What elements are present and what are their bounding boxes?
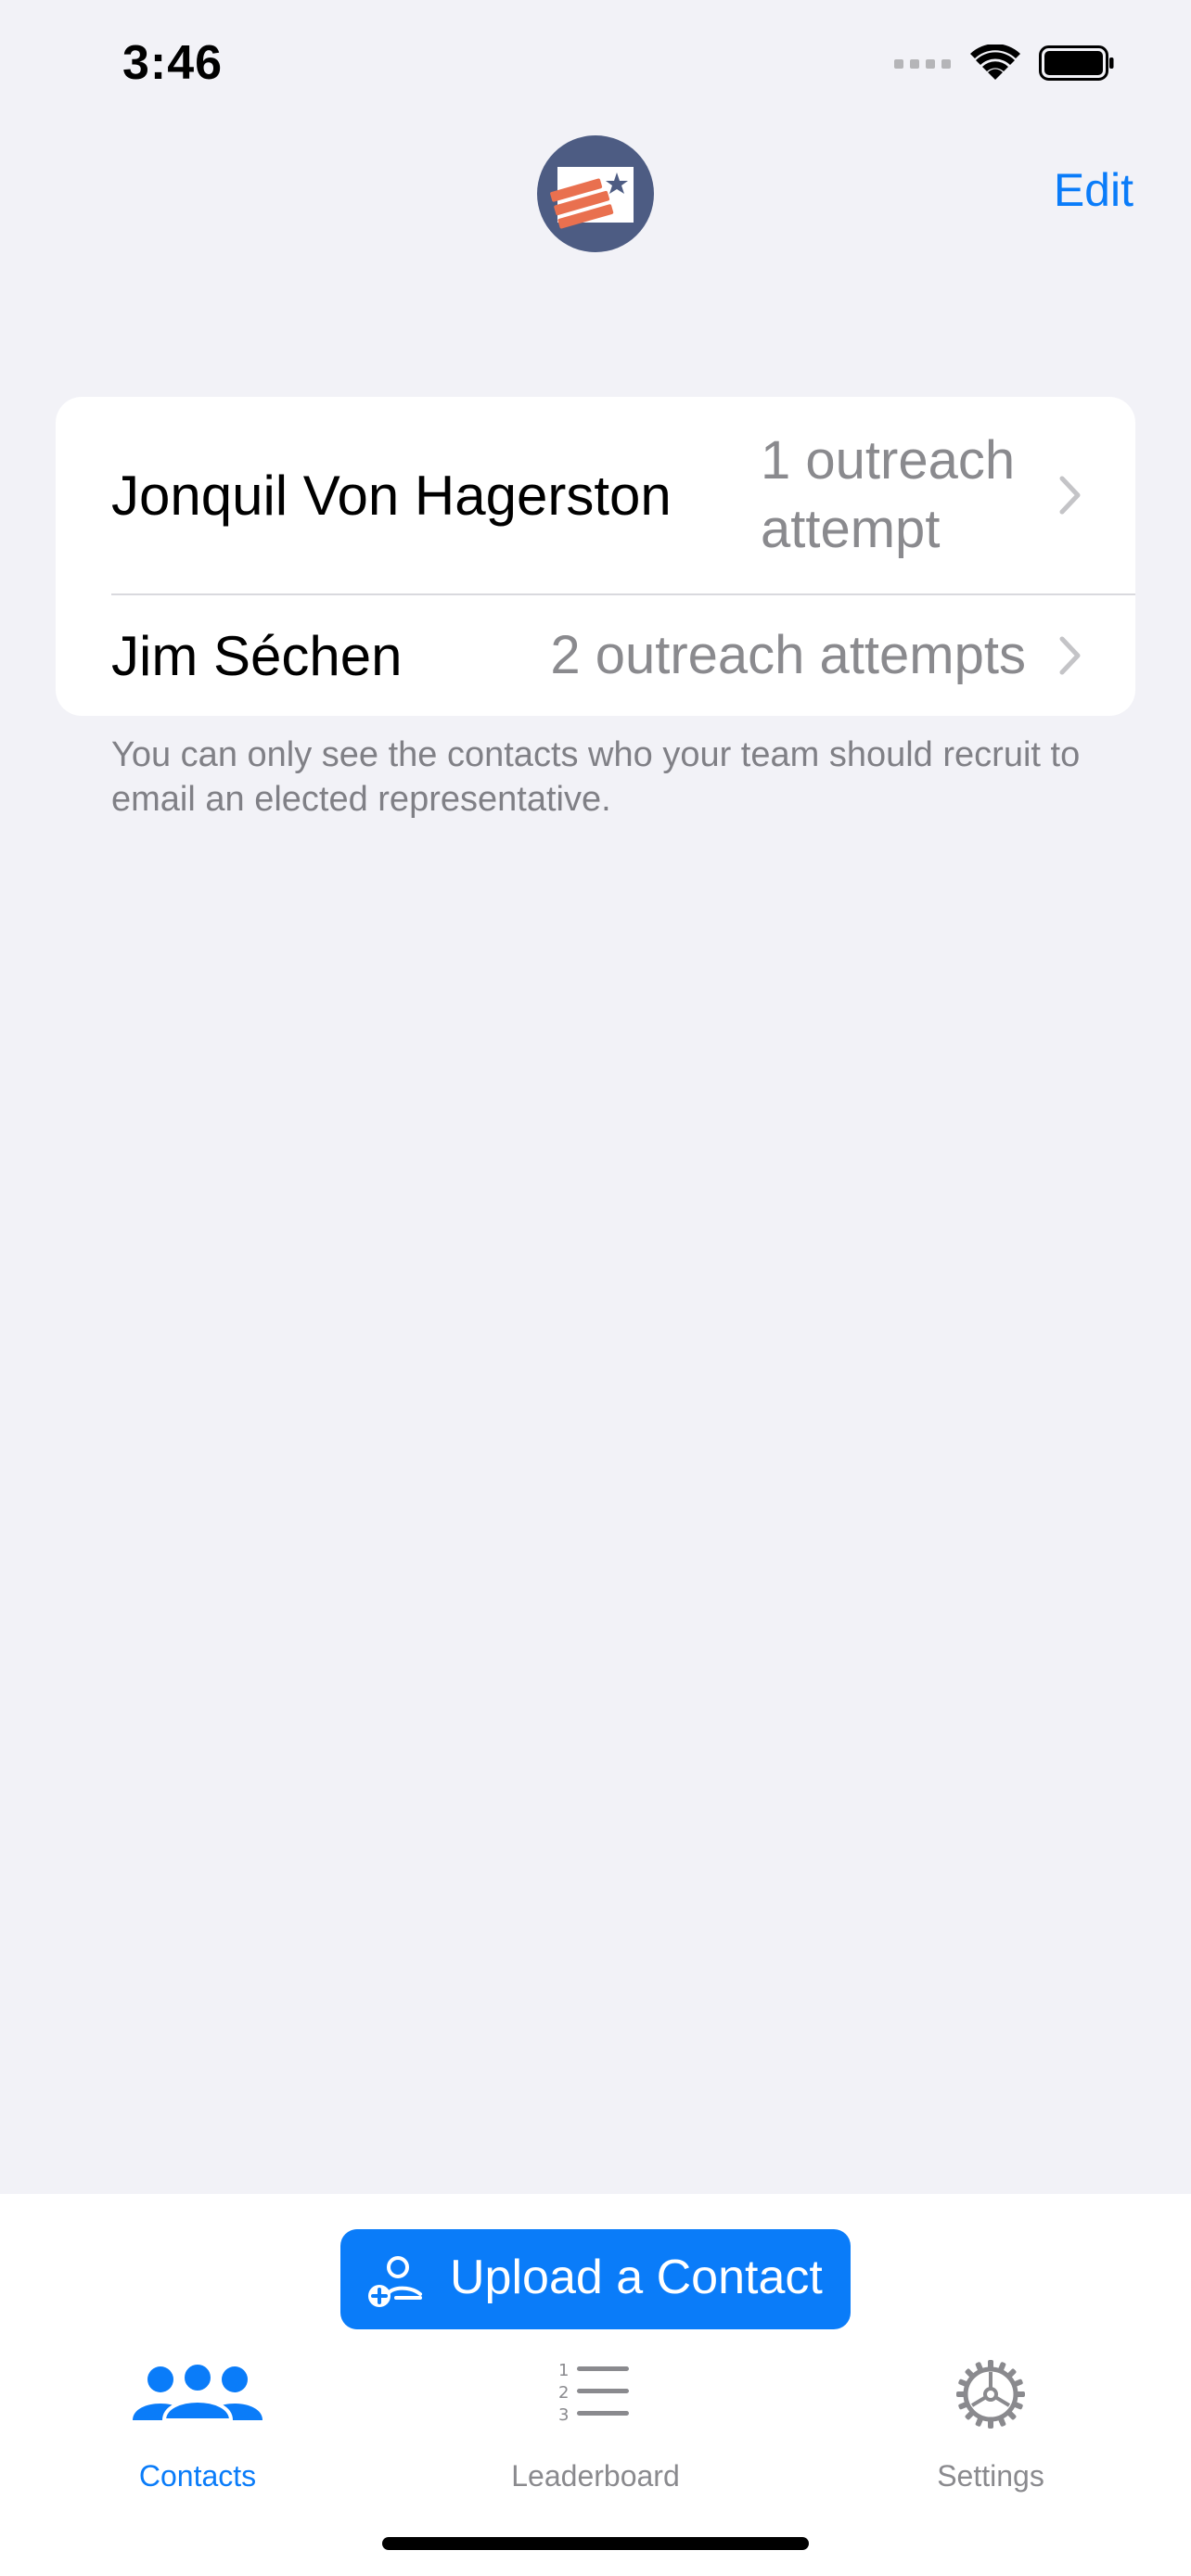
status-icons bbox=[894, 45, 1115, 82]
battery-icon bbox=[1039, 45, 1114, 81]
numbered-list-icon: 1 2 3 bbox=[558, 2361, 629, 2424]
contact-row-jonquil[interactable]: Jonquil Von Hagerston 1 outreach attempt bbox=[56, 397, 1135, 593]
status-time: 3:46 bbox=[122, 36, 224, 90]
upload-contact-button[interactable]: Upload a Contact bbox=[340, 2229, 851, 2329]
svg-text:3: 3 bbox=[558, 2405, 569, 2424]
svg-text:2: 2 bbox=[558, 2383, 569, 2403]
contact-name: Jonquil Von Hagerston bbox=[111, 464, 672, 527]
tab-label: Settings bbox=[937, 2459, 1044, 2493]
tab-label: Leaderboard bbox=[511, 2459, 680, 2493]
outreach-count: 1 outreach attempt bbox=[761, 430, 1016, 559]
bottom-area: Upload a Contact Contacts 1 2 3 Leaderbo… bbox=[0, 2194, 1191, 2576]
cellular-signal-icon bbox=[894, 59, 951, 69]
upload-contact-label: Upload a Contact bbox=[450, 2251, 823, 2304]
contact-row-jim[interactable]: Jim Séchen 2 outreach attempts bbox=[56, 595, 1135, 716]
list-footer-note: You can only see the contacts who your t… bbox=[111, 735, 1081, 819]
contacts-list: Jonquil Von Hagerston 1 outreach attempt… bbox=[56, 397, 1135, 716]
edit-button[interactable]: Edit bbox=[1054, 163, 1133, 217]
status-bar: 3:46 bbox=[0, 0, 1191, 130]
wifi-icon bbox=[970, 45, 1020, 80]
outreach-count: 2 outreach attempts bbox=[550, 625, 1026, 685]
tab-leaderboard[interactable]: 1 2 3 Leaderboard bbox=[456, 2359, 735, 2498]
svg-text:1: 1 bbox=[558, 2361, 569, 2380]
contact-name: Jim Séchen bbox=[111, 624, 403, 687]
chevron-right-icon bbox=[1059, 636, 1081, 675]
home-indicator[interactable] bbox=[382, 2537, 809, 2550]
person-add-icon bbox=[368, 2256, 422, 2307]
people-icon bbox=[133, 2361, 263, 2422]
gear-icon bbox=[956, 2360, 1025, 2429]
tab-bar: Contacts 1 2 3 Leaderboard Settings bbox=[0, 2359, 1191, 2498]
tab-contacts[interactable]: Contacts bbox=[58, 2359, 337, 2498]
tab-settings[interactable]: Settings bbox=[852, 2359, 1130, 2498]
tab-label: Contacts bbox=[138, 2459, 257, 2493]
chevron-right-icon bbox=[1059, 476, 1081, 515]
nav-bar: Edit bbox=[0, 130, 1191, 260]
flag-star-logo bbox=[537, 135, 654, 252]
